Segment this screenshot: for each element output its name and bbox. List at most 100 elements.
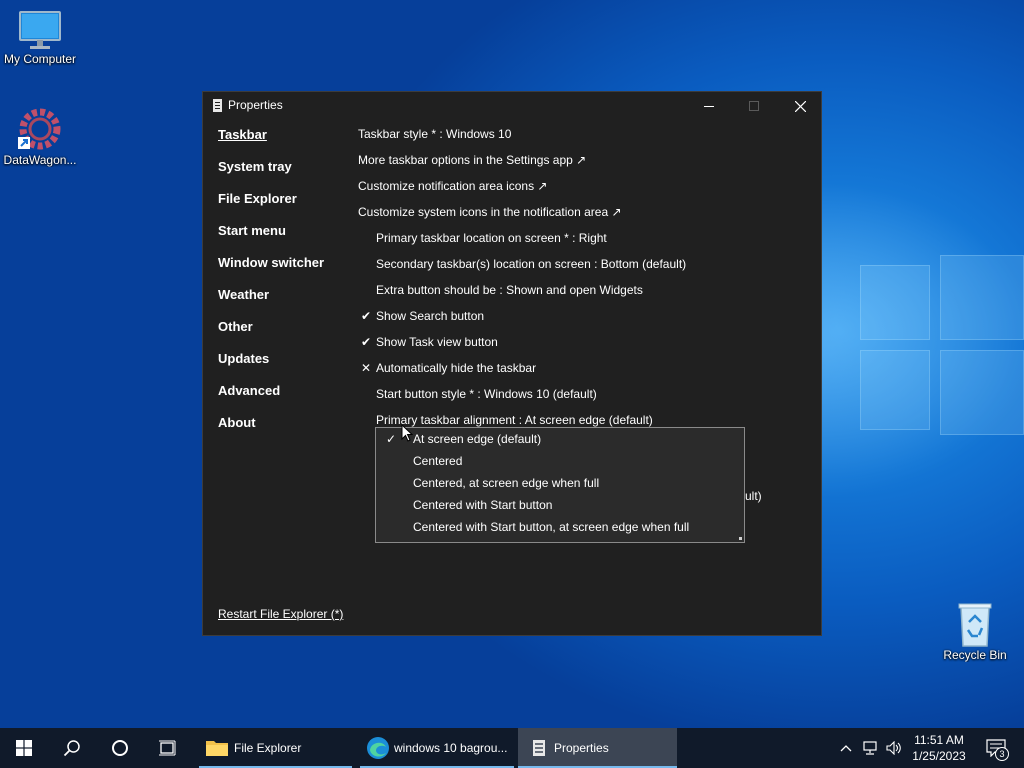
show-hidden-icons-button[interactable] bbox=[836, 728, 856, 768]
sidebar-nav: Taskbar System tray File Explorer Start … bbox=[218, 127, 324, 447]
minimize-button[interactable] bbox=[686, 92, 732, 120]
setting-label: Extra button should be : Shown and open … bbox=[376, 283, 643, 297]
taskbar: File Explorer windows 10 bagrou... Prope… bbox=[0, 728, 1024, 768]
taskbar-item-properties[interactable]: Properties bbox=[518, 728, 677, 768]
option-label: Centered with Start button bbox=[413, 498, 553, 512]
network-button[interactable] bbox=[860, 728, 882, 768]
monitor-icon bbox=[19, 11, 61, 49]
settings-list: Taskbar style * : Windows 10 More taskba… bbox=[358, 121, 818, 433]
desktop-icon-my-computer[interactable]: My Computer bbox=[0, 10, 80, 66]
link-notification-icons[interactable]: Customize notification area icons ↗ bbox=[358, 173, 818, 199]
checkmark-icon: ✔ bbox=[360, 335, 372, 349]
checkmark-icon: ✓ bbox=[386, 432, 397, 446]
edge-icon bbox=[367, 737, 389, 759]
setting-label: Secondary taskbar(s) location on screen … bbox=[376, 257, 687, 271]
sidebar-item-window-switcher[interactable]: Window switcher bbox=[218, 255, 324, 287]
recycle-bin-icon bbox=[958, 603, 992, 647]
mouse-cursor-icon bbox=[401, 424, 413, 442]
setting-label: Show Search button bbox=[376, 309, 485, 323]
task-view-icon bbox=[159, 740, 176, 756]
sidebar-item-about[interactable]: About bbox=[218, 415, 324, 447]
desktop-icon-datawagon[interactable]: DataWagon... bbox=[0, 105, 80, 167]
sidebar-item-label: Start menu bbox=[218, 223, 286, 238]
taskbar-item-file-explorer[interactable]: File Explorer bbox=[199, 728, 352, 768]
sidebar-item-label: About bbox=[218, 415, 256, 430]
toggle-autohide-taskbar[interactable]: ✕ Automatically hide the taskbar bbox=[358, 355, 818, 381]
sidebar-item-file-explorer[interactable]: File Explorer bbox=[218, 191, 324, 223]
sidebar-item-label: Advanced bbox=[218, 383, 281, 398]
wallpaper-pane bbox=[860, 350, 930, 430]
restart-explorer-link[interactable]: Restart File Explorer (*) bbox=[218, 607, 343, 621]
sidebar-item-label: Window switcher bbox=[218, 255, 325, 270]
sidebar-item-start-menu[interactable]: Start menu bbox=[218, 223, 324, 255]
setting-label: Customize system icons in the notificati… bbox=[358, 205, 622, 219]
checkmark-icon: ✔ bbox=[360, 309, 372, 323]
search-button[interactable] bbox=[48, 728, 96, 768]
wallpaper-pane bbox=[860, 265, 930, 340]
setting-extra-button[interactable]: Extra button should be : Shown and open … bbox=[358, 277, 818, 303]
properties-icon bbox=[213, 99, 222, 112]
volume-button[interactable] bbox=[883, 728, 905, 768]
setting-start-button-style[interactable]: Start button style * : Windows 10 (defau… bbox=[358, 381, 818, 407]
properties-icon bbox=[533, 740, 545, 756]
sidebar-item-label: Updates bbox=[218, 351, 270, 366]
clock-date: 1/25/2023 bbox=[912, 749, 966, 763]
chevron-up-icon bbox=[840, 745, 852, 752]
sidebar-item-advanced[interactable]: Advanced bbox=[218, 383, 324, 415]
windows-logo-icon bbox=[16, 740, 32, 756]
option-label: Centered with Start button, at screen ed… bbox=[413, 520, 690, 534]
option-label: At screen edge (default) bbox=[413, 432, 542, 446]
link-system-icons[interactable]: Customize system icons in the notificati… bbox=[358, 199, 818, 225]
setting-primary-location[interactable]: Primary taskbar location on screen * : R… bbox=[358, 225, 818, 251]
network-icon bbox=[863, 741, 877, 755]
properties-window: Properties Taskbar System tray File Expl… bbox=[202, 91, 822, 636]
option-label: Centered bbox=[413, 454, 463, 468]
dropdown-option-centered-start[interactable]: Centered with Start button bbox=[376, 494, 744, 516]
setting-secondary-location[interactable]: Secondary taskbar(s) location on screen … bbox=[358, 251, 818, 277]
notification-count-badge: 3 bbox=[995, 747, 1009, 761]
sidebar-item-system-tray[interactable]: System tray bbox=[218, 159, 324, 191]
dropdown-option-centered[interactable]: Centered bbox=[376, 450, 744, 472]
obscured-setting-text: ult) bbox=[745, 489, 762, 503]
maximize-button[interactable] bbox=[731, 92, 777, 120]
link-settings-app[interactable]: More taskbar options in the Settings app… bbox=[358, 147, 818, 173]
clock-time: 11:51 AM bbox=[914, 733, 964, 747]
task-label: Properties bbox=[554, 741, 609, 755]
dropdown-option-centered-edge-full[interactable]: Centered, at screen edge when full bbox=[376, 472, 744, 494]
desktop-icon-label: Recycle Bin bbox=[943, 648, 1007, 662]
notifications-button[interactable]: 3 bbox=[978, 728, 1014, 768]
sidebar-item-taskbar[interactable]: Taskbar bbox=[218, 127, 324, 159]
setting-label: Customize notification area icons ↗ bbox=[358, 179, 548, 193]
dropdown-option-centered-start-edge-full[interactable]: Centered with Start button, at screen ed… bbox=[376, 516, 744, 538]
setting-taskbar-style[interactable]: Taskbar style * : Windows 10 bbox=[358, 121, 818, 147]
setting-label: Automatically hide the taskbar bbox=[376, 361, 537, 375]
cortana-button[interactable] bbox=[96, 728, 144, 768]
resize-grip[interactable] bbox=[739, 537, 742, 540]
cross-icon: ✕ bbox=[360, 361, 372, 375]
dropdown-option-screen-edge[interactable]: ✓ At screen edge (default) bbox=[376, 428, 744, 450]
task-view-button[interactable] bbox=[144, 728, 192, 768]
clock[interactable]: 11:51 AM 1/25/2023 bbox=[905, 732, 973, 764]
search-icon bbox=[63, 740, 80, 757]
volume-icon bbox=[886, 741, 901, 755]
taskbar-item-edge[interactable]: windows 10 bagrou... bbox=[360, 728, 514, 768]
desktop-icon-recycle-bin[interactable]: Recycle Bin bbox=[935, 602, 1015, 662]
setting-label: Start button style * : Windows 10 (defau… bbox=[376, 387, 597, 401]
toggle-show-task-view[interactable]: ✔ Show Task view button bbox=[358, 329, 818, 355]
toggle-show-search[interactable]: ✔ Show Search button bbox=[358, 303, 818, 329]
sidebar-item-weather[interactable]: Weather bbox=[218, 287, 324, 319]
sidebar-item-other[interactable]: Other bbox=[218, 319, 324, 351]
sidebar-item-updates[interactable]: Updates bbox=[218, 351, 324, 383]
close-button[interactable] bbox=[777, 92, 823, 120]
sidebar-item-label: File Explorer bbox=[218, 191, 297, 206]
setting-label: More taskbar options in the Settings app… bbox=[358, 153, 587, 167]
wallpaper-pane bbox=[940, 255, 1024, 340]
setting-label: Show Task view button bbox=[376, 335, 498, 349]
sidebar-item-label: Other bbox=[218, 319, 253, 334]
sidebar-item-label: Weather bbox=[218, 287, 270, 302]
desktop-icon-label: My Computer bbox=[3, 52, 77, 66]
folder-icon bbox=[206, 741, 228, 756]
start-button[interactable] bbox=[0, 728, 48, 768]
title-bar[interactable]: Properties bbox=[203, 92, 821, 120]
desktop-icon-label: DataWagon... bbox=[3, 153, 77, 167]
